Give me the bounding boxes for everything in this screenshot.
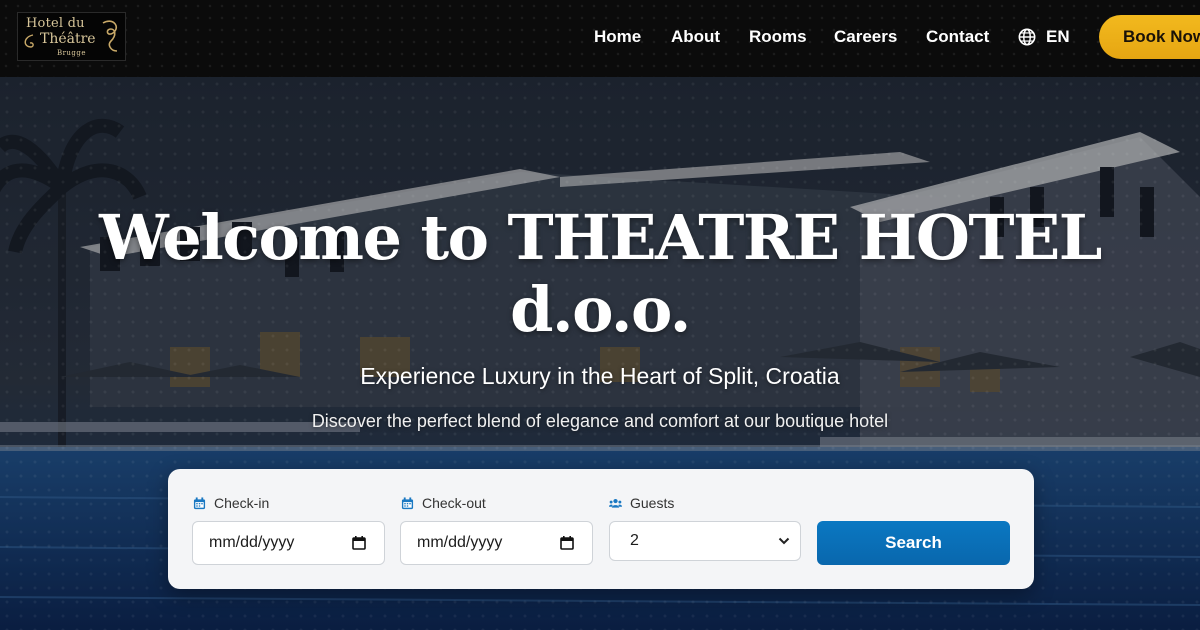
- book-now-button[interactable]: Book Now: [1099, 15, 1200, 59]
- site-header: Hotel du Théâtre Brugge Home About Rooms…: [0, 0, 1200, 77]
- users-icon: [609, 498, 622, 508]
- guests-label: Guests: [609, 495, 674, 511]
- nav-rooms-link[interactable]: Rooms: [749, 27, 807, 47]
- checkout-label: Check-out: [401, 495, 486, 511]
- hero-subtitle: Experience Luxury in the Heart of Split,…: [360, 363, 840, 389]
- checkout-date-input[interactable]: mm/dd/yyyy: [400, 521, 593, 565]
- guests-select[interactable]: 2: [609, 521, 801, 561]
- checkin-date-input[interactable]: mm/dd/yyyy: [192, 521, 385, 565]
- language-switcher[interactable]: EN: [1018, 27, 1070, 47]
- calendar-picker-icon[interactable]: [352, 536, 366, 550]
- logo-ornament-icon: [102, 20, 118, 52]
- hero-title: Welcome to THEATRE HOTEL d.o.o.: [0, 202, 1200, 346]
- hero-tagline: Discover the perfect blend of elegance a…: [311, 411, 889, 431]
- language-label: EN: [1046, 27, 1070, 46]
- hero-title-text: Welcome to THEATRE HOTEL d.o.o.: [99, 201, 1102, 346]
- calendar-icon: [193, 496, 206, 509]
- logo-flourish-icon: [24, 34, 34, 48]
- hero-section: Welcome to THEATRE HOTEL d.o.o. Experien…: [0, 77, 1200, 630]
- calendar-picker-icon[interactable]: [560, 536, 574, 550]
- booking-form: Check-in mm/dd/yyyy Check-out mm/dd/yyyy: [168, 469, 1034, 589]
- nav-home-link[interactable]: Home: [594, 27, 641, 47]
- hotel-logo[interactable]: Hotel du Théâtre Brugge: [17, 12, 126, 61]
- calendar-icon: [401, 496, 414, 509]
- nav-about-link[interactable]: About: [671, 27, 720, 47]
- globe-icon: [1018, 28, 1036, 46]
- checkin-label: Check-in: [193, 495, 269, 511]
- nav-careers-link[interactable]: Careers: [834, 27, 897, 47]
- chevron-down-icon: [778, 537, 790, 545]
- logo-line-2: Théâtre: [40, 31, 96, 47]
- search-button[interactable]: Search: [817, 521, 1010, 565]
- nav-contact-link[interactable]: Contact: [926, 27, 989, 47]
- logo-line-1: Hotel du: [26, 16, 85, 31]
